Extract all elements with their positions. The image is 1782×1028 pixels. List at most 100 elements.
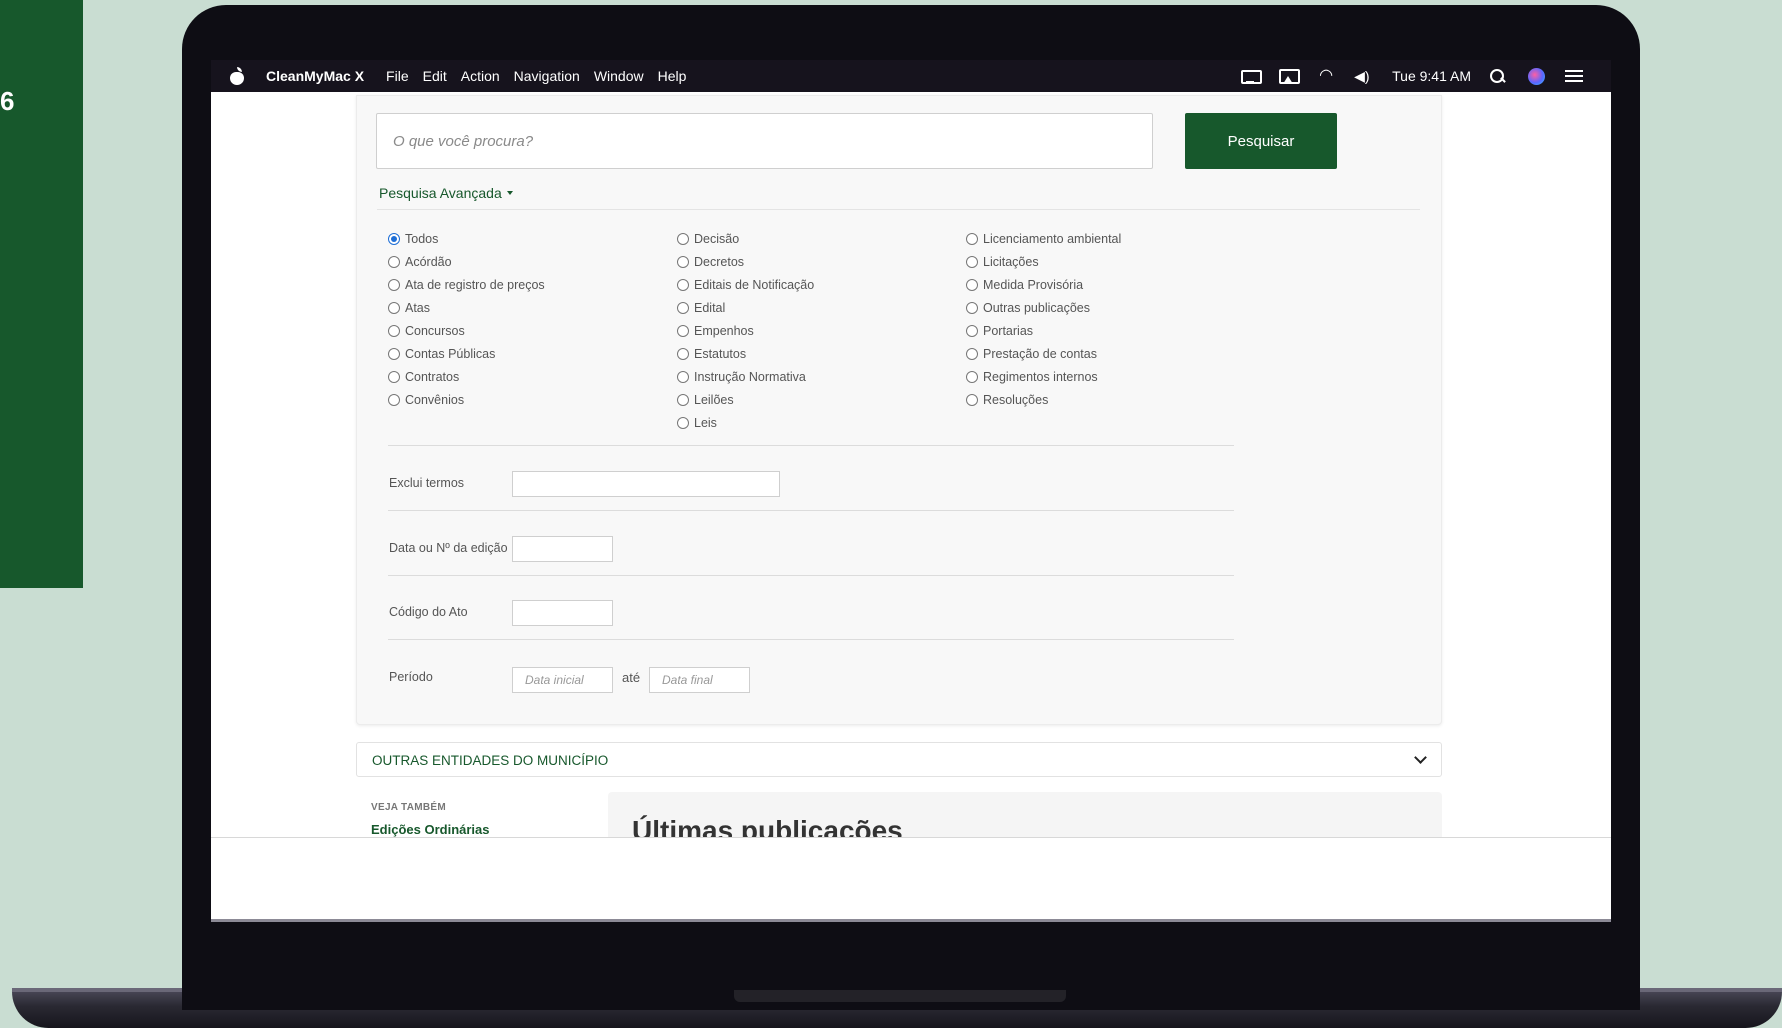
search-button[interactable]: Pesquisar bbox=[1185, 113, 1337, 169]
wifi-icon[interactable]: ◠ bbox=[1316, 68, 1336, 84]
radio-option[interactable]: Contratos bbox=[388, 365, 545, 388]
radio-icon[interactable] bbox=[966, 393, 978, 406]
volume-icon[interactable]: ◀) bbox=[1354, 68, 1374, 84]
radio-option[interactable]: Leis bbox=[677, 411, 814, 434]
radio-option[interactable]: Instrução Normativa bbox=[677, 365, 814, 388]
edition-input[interactable] bbox=[512, 536, 613, 562]
control-center-icon[interactable] bbox=[1565, 68, 1585, 84]
radio-option[interactable]: Edital bbox=[677, 296, 814, 319]
start-date-input[interactable] bbox=[512, 667, 613, 693]
radio-label: Instrução Normativa bbox=[694, 369, 806, 384]
monitor-icon[interactable] bbox=[1240, 68, 1263, 84]
radio-option[interactable]: Portarias bbox=[966, 319, 1121, 342]
radio-label: Prestação de contas bbox=[983, 346, 1097, 361]
divider bbox=[388, 510, 1234, 511]
radio-icon[interactable] bbox=[677, 393, 689, 406]
radio-selected-icon[interactable] bbox=[388, 232, 400, 245]
category-column-1: Todos Acórdão Ata de registro de preços … bbox=[388, 227, 545, 411]
radio-label: Decretos bbox=[694, 254, 745, 269]
apple-logo-icon[interactable] bbox=[228, 67, 248, 85]
radio-option[interactable]: Prestação de contas bbox=[966, 342, 1121, 365]
radio-option[interactable]: Licitações bbox=[966, 250, 1121, 273]
menubar-clock[interactable]: Tue 9:41 AM bbox=[1392, 68, 1471, 84]
radio-icon[interactable] bbox=[966, 255, 978, 268]
radio-icon[interactable] bbox=[677, 370, 689, 383]
menu-window[interactable]: Window bbox=[594, 68, 644, 84]
radio-icon[interactable] bbox=[388, 255, 400, 268]
siri-icon[interactable] bbox=[1527, 68, 1547, 85]
ordinary-editions-link[interactable]: Edições Ordinárias bbox=[371, 822, 490, 837]
radio-option[interactable]: Contas Públicas bbox=[388, 342, 545, 365]
radio-label: Leilões bbox=[694, 392, 734, 407]
radio-option[interactable]: Concursos bbox=[388, 319, 545, 342]
search-input[interactable] bbox=[376, 113, 1153, 169]
radio-icon[interactable] bbox=[677, 416, 689, 429]
menubar-app-name[interactable]: CleanMyMac X bbox=[266, 68, 364, 84]
divider bbox=[388, 445, 1234, 446]
laptop-screen: CleanMyMac X File Edit Action Navigation… bbox=[211, 60, 1611, 922]
radio-option[interactable]: Acórdão bbox=[388, 250, 545, 273]
radio-icon[interactable] bbox=[388, 324, 400, 337]
radio-label: Contas Públicas bbox=[405, 346, 496, 361]
radio-option[interactable]: Ata de registro de preços bbox=[388, 273, 545, 296]
radio-option[interactable]: Editais de Notificação bbox=[677, 273, 814, 296]
radio-option[interactable]: Outras publicações bbox=[966, 296, 1121, 319]
advanced-search-label: Pesquisa Avançada bbox=[379, 185, 502, 201]
menu-navigation[interactable]: Navigation bbox=[514, 68, 580, 84]
caret-down-icon bbox=[506, 191, 513, 195]
radio-icon[interactable] bbox=[966, 370, 978, 383]
radio-label: Leis bbox=[694, 415, 717, 430]
radio-icon[interactable] bbox=[677, 278, 689, 291]
advanced-search-toggle[interactable]: Pesquisa Avançada bbox=[379, 185, 513, 201]
radio-icon[interactable] bbox=[388, 393, 400, 406]
radio-icon[interactable] bbox=[388, 370, 400, 383]
radio-option[interactable]: Atas bbox=[388, 296, 545, 319]
radio-label: Acórdão bbox=[405, 254, 452, 269]
radio-label: Licenciamento ambiental bbox=[983, 231, 1122, 246]
radio-label: Todos bbox=[405, 231, 439, 246]
menu-help[interactable]: Help bbox=[658, 68, 687, 84]
other-entities-accordion[interactable]: OUTRAS ENTIDADES DO MUNICÍPIO bbox=[356, 742, 1442, 777]
menu-file[interactable]: File bbox=[386, 68, 409, 84]
radio-option[interactable]: Regimentos internos bbox=[966, 365, 1121, 388]
radio-icon[interactable] bbox=[388, 347, 400, 360]
radio-option[interactable]: Decisão bbox=[677, 227, 814, 250]
radio-label: Atas bbox=[405, 300, 431, 315]
radio-option[interactable]: Estatutos bbox=[677, 342, 814, 365]
radio-option[interactable]: Medida Provisória bbox=[966, 273, 1121, 296]
radio-icon[interactable] bbox=[677, 324, 689, 337]
radio-option[interactable]: Todos bbox=[388, 227, 545, 250]
radio-icon[interactable] bbox=[966, 347, 978, 360]
radio-option[interactable]: Leilões bbox=[677, 388, 814, 411]
radio-icon[interactable] bbox=[677, 347, 689, 360]
radio-icon[interactable] bbox=[966, 232, 978, 245]
radio-icon[interactable] bbox=[388, 278, 400, 291]
radio-icon[interactable] bbox=[677, 255, 689, 268]
radio-icon[interactable] bbox=[966, 301, 978, 314]
radio-option[interactable]: Decretos bbox=[677, 250, 814, 273]
radio-option[interactable]: Licenciamento ambiental bbox=[966, 227, 1121, 250]
radio-icon[interactable] bbox=[966, 324, 978, 337]
radio-label: Estatutos bbox=[694, 346, 747, 361]
radio-icon[interactable] bbox=[966, 278, 978, 291]
divider bbox=[388, 575, 1234, 576]
act-code-input[interactable] bbox=[512, 600, 613, 626]
radio-icon[interactable] bbox=[677, 301, 689, 314]
menu-edit[interactable]: Edit bbox=[423, 68, 447, 84]
airplay-icon[interactable] bbox=[1278, 68, 1301, 84]
radio-label: Decisão bbox=[694, 231, 740, 246]
end-date-input[interactable] bbox=[649, 667, 750, 693]
radio-option[interactable]: Convênios bbox=[388, 388, 545, 411]
side-panel-glyph: 6 bbox=[0, 86, 15, 116]
spotlight-search-icon[interactable] bbox=[1489, 68, 1509, 84]
exclude-terms-input[interactable] bbox=[512, 471, 780, 497]
radio-option[interactable]: Resoluções bbox=[966, 388, 1121, 411]
menu-action[interactable]: Action bbox=[461, 68, 500, 84]
radio-icon[interactable] bbox=[677, 232, 689, 245]
divider bbox=[377, 209, 1420, 210]
chevron-down-icon[interactable] bbox=[1414, 751, 1427, 764]
radio-label: Edital bbox=[694, 300, 726, 315]
green-side-panel: 6 bbox=[0, 0, 83, 588]
radio-option[interactable]: Empenhos bbox=[677, 319, 814, 342]
radio-icon[interactable] bbox=[388, 301, 400, 314]
